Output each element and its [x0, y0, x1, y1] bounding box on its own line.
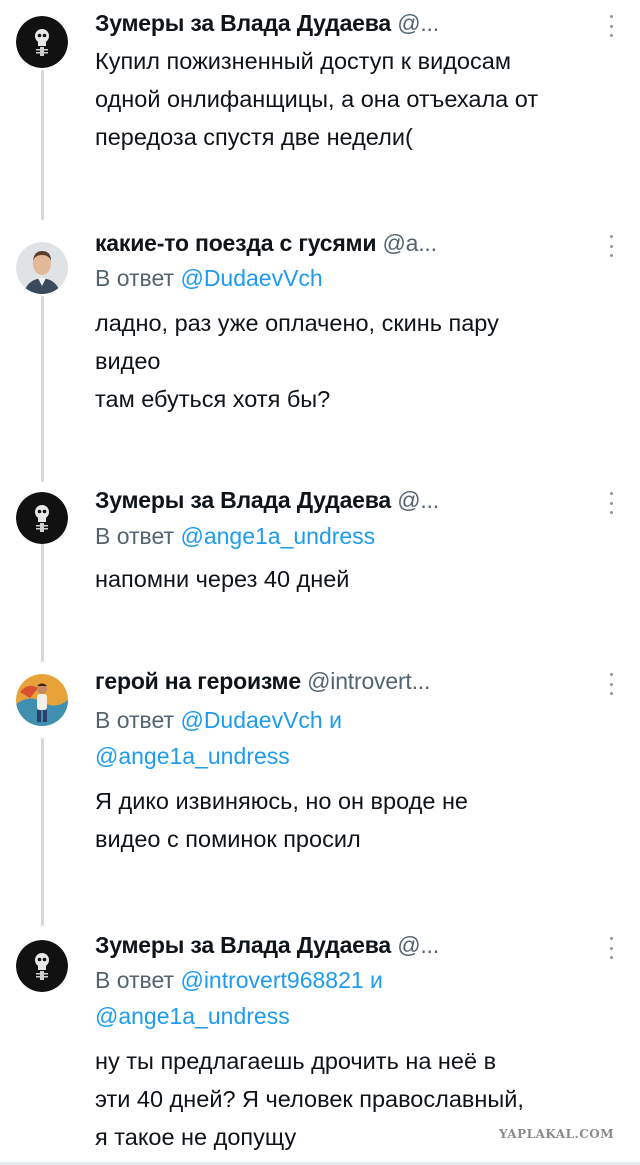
skull-avatar-icon	[16, 492, 68, 544]
more-options-icon[interactable]	[608, 235, 614, 257]
text-line: видео с поминок просил	[95, 826, 361, 852]
reply-conjunction: и	[329, 707, 342, 733]
text-line: эти 40 дней? Я человек православный,	[95, 1086, 524, 1112]
more-options-icon[interactable]	[608, 673, 614, 695]
tweet[interactable]: Зумеры за Влада Дудаева @... В ответ @an…	[0, 482, 640, 662]
author-handle[interactable]: @...	[397, 932, 439, 958]
avatar[interactable]	[16, 242, 68, 294]
text-line: передоза спустя две недели(	[95, 124, 413, 150]
tweet-header: Зумеры за Влада Дудаева @...	[95, 930, 600, 960]
mention-link[interactable]: @ange1a_undress	[95, 1003, 290, 1029]
tweet[interactable]: какие-то поезда с гусями @а... В ответ @…	[0, 220, 640, 482]
author-name[interactable]: Зумеры за Влада Дудаева	[95, 932, 391, 958]
tweet-header: герой на героизме @introvert...	[95, 666, 600, 696]
man-portrait-icon	[16, 242, 68, 294]
tweet-header: Зумеры за Влада Дудаева @...	[95, 485, 600, 515]
avatar[interactable]	[16, 492, 68, 544]
more-options-icon[interactable]	[608, 937, 614, 959]
skull-avatar-icon	[16, 16, 68, 68]
author-name[interactable]: Зумеры за Влада Дудаева	[95, 10, 391, 36]
author-handle[interactable]: @introvert...	[307, 668, 430, 694]
reply-to-line: В ответ @ange1a_undress	[95, 518, 610, 554]
skull-avatar-icon	[16, 940, 68, 992]
text-line: напомни через 40 дней	[95, 566, 350, 592]
reply-prefix: В ответ	[95, 265, 175, 291]
reply-to-line: В ответ @DudaevVch и @ange1a_undress	[95, 702, 610, 774]
text-line: видео	[95, 348, 161, 374]
tweet-text: Я дико извиняюсь, но он вроде не видео с…	[95, 782, 620, 858]
mention-link[interactable]: @introvert968821	[180, 967, 363, 993]
reply-to-line: В ответ @introvert968821 и @ange1a_undre…	[95, 962, 610, 1034]
mention-link[interactable]: @ange1a_undress	[95, 743, 290, 769]
avatar[interactable]	[16, 940, 68, 992]
author-handle[interactable]: @...	[397, 10, 439, 36]
site-watermark: YAPLAKAL.COM	[498, 1127, 614, 1141]
tweet[interactable]: Зумеры за Влада Дудаева @... Купил пожиз…	[0, 0, 640, 220]
text-line: там ебуться хотя бы?	[95, 386, 331, 412]
mention-link[interactable]: @DudaevVch	[180, 707, 322, 733]
reply-prefix: В ответ	[95, 707, 175, 733]
text-line: одной онлифанщицы, а она отъехала от	[95, 86, 539, 112]
tweet[interactable]: герой на героизме @introvert... В ответ …	[0, 662, 640, 926]
tweet-text: напомни через 40 дней	[95, 560, 620, 598]
author-name[interactable]: какие-то поезда с гусями	[95, 230, 376, 256]
mention-link[interactable]: @ange1a_undress	[180, 523, 375, 549]
tweet-text: Купил пожизненный доступ к видосам одной…	[95, 42, 620, 156]
illustrated-man-icon	[16, 674, 68, 726]
text-line: ладно, раз уже оплачено, скинь пару	[95, 310, 499, 336]
more-options-icon[interactable]	[608, 15, 614, 37]
author-name[interactable]: герой на героизме	[95, 668, 301, 694]
reply-prefix: В ответ	[95, 967, 175, 993]
tweet-header: какие-то поезда с гусями @а...	[95, 228, 600, 258]
reply-prefix: В ответ	[95, 523, 175, 549]
mention-link[interactable]: @DudaevVch	[180, 265, 322, 291]
tweet-header: Зумеры за Влада Дудаева @...	[95, 8, 600, 38]
avatar[interactable]	[16, 16, 68, 68]
tweet-text: ладно, раз уже оплачено, скинь пару виде…	[95, 304, 620, 418]
text-line: Я дико извиняюсь, но он вроде не	[95, 788, 468, 814]
author-handle[interactable]: @а...	[383, 230, 438, 256]
text-line: Купил пожизненный доступ к видосам	[95, 48, 511, 74]
avatar[interactable]	[16, 674, 68, 726]
reply-to-line: В ответ @DudaevVch	[95, 260, 610, 296]
more-options-icon[interactable]	[608, 492, 614, 514]
reply-conjunction: и	[370, 967, 383, 993]
author-name[interactable]: Зумеры за Влада Дудаева	[95, 487, 391, 513]
text-line: ну ты предлагаешь дрочить на неё в	[95, 1048, 497, 1074]
author-handle[interactable]: @...	[397, 487, 439, 513]
